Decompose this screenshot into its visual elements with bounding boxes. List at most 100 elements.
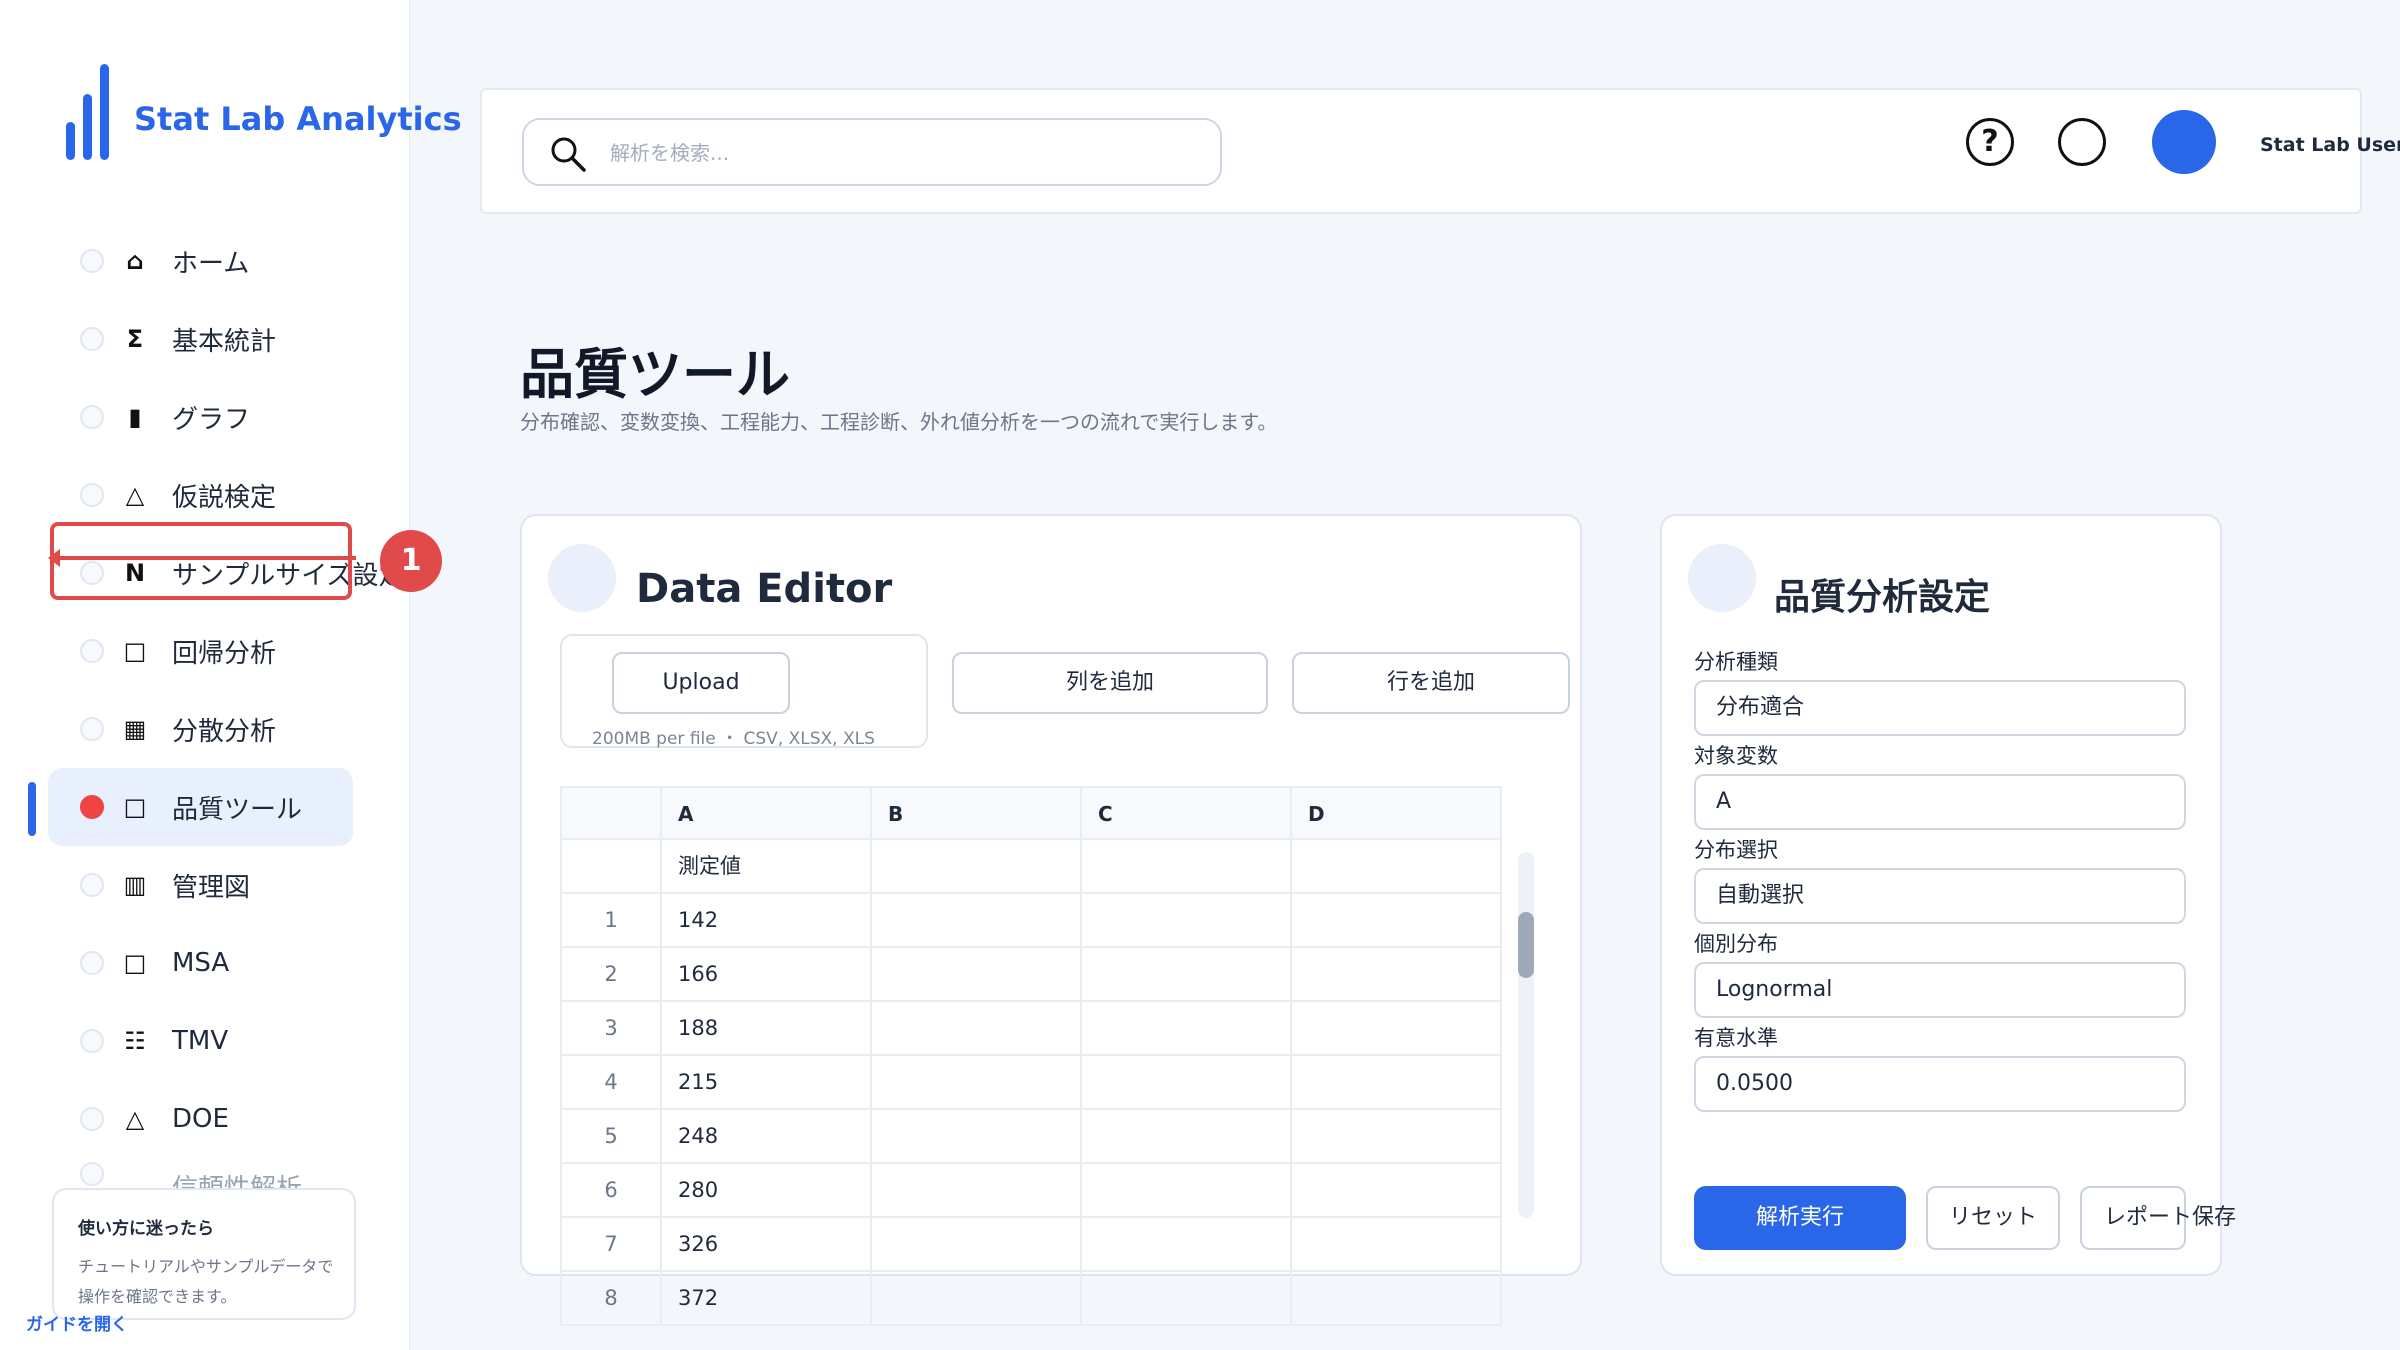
- sidebar-item-doe[interactable]: △ DOE: [48, 1080, 353, 1158]
- add-column-button[interactable]: 列を追加: [952, 652, 1268, 714]
- table-cell[interactable]: [1082, 948, 1292, 1000]
- save-report-button[interactable]: レポート保存: [2080, 1186, 2236, 1250]
- table-cell[interactable]: 280: [662, 1164, 872, 1216]
- status-dot: [80, 1029, 104, 1053]
- table-cell[interactable]: [1082, 1272, 1292, 1324]
- row-index: 7: [560, 1218, 662, 1270]
- highlight-arrow-icon: [48, 549, 356, 567]
- status-dot: [80, 405, 104, 429]
- table-cell[interactable]: [872, 948, 1082, 1000]
- table-row: 1 142: [560, 894, 1502, 948]
- grid-scrollbar[interactable]: [1518, 852, 1534, 1218]
- table-cell[interactable]: [872, 1272, 1082, 1324]
- table-cell[interactable]: [1082, 840, 1292, 892]
- page-subtitle: 分布確認、変数変換、工程能力、工程診断、外れ値分析を一つの流れで実行します。: [520, 410, 1278, 434]
- table-cell[interactable]: [1292, 948, 1502, 1000]
- row-index: 8: [560, 1272, 662, 1324]
- table-cell[interactable]: [1292, 1218, 1502, 1270]
- grid-body: 測定値 1 142 2 166 3 188 4 215 5 248 6 280 7 326 8 372: [560, 840, 1502, 1326]
- table-cell[interactable]: 215: [662, 1056, 872, 1108]
- sidebar-item-tmv[interactable]: ☷ TMV: [48, 1002, 353, 1080]
- column-header[interactable]: D: [1292, 788, 1502, 838]
- sidebar-item-control-chart[interactable]: ▥ 管理図: [48, 846, 353, 924]
- status-dot: [80, 1162, 104, 1186]
- help-icon[interactable]: ?: [1966, 118, 2014, 166]
- add-row-button[interactable]: 行を追加: [1292, 652, 1570, 714]
- home-icon: ⌂: [126, 247, 144, 275]
- table-cell[interactable]: 326: [662, 1218, 872, 1270]
- table-cell[interactable]: [872, 1110, 1082, 1162]
- table-cell[interactable]: [1082, 894, 1292, 946]
- sidebar-item-graph[interactable]: ▮ グラフ: [48, 378, 353, 456]
- table-cell[interactable]: [1082, 1164, 1292, 1216]
- search-input[interactable]: [610, 134, 1190, 172]
- table-cell[interactable]: 188: [662, 1002, 872, 1054]
- reset-button[interactable]: リセット: [1926, 1186, 2060, 1250]
- search-box[interactable]: [522, 118, 1222, 186]
- table-cell[interactable]: [1292, 840, 1502, 892]
- distribution-select[interactable]: 自動選択: [1694, 868, 2186, 924]
- table-cell[interactable]: [1292, 1272, 1502, 1324]
- user-name[interactable]: Stat Lab User: [2260, 134, 2400, 156]
- sidebar-item-home[interactable]: ⌂ ホーム: [48, 222, 353, 300]
- table-cell[interactable]: 142: [662, 894, 872, 946]
- table-cell[interactable]: [1292, 894, 1502, 946]
- individual-distribution-select[interactable]: Lognormal: [1694, 962, 2186, 1018]
- analysis-type-select[interactable]: 分布適合: [1694, 680, 2186, 736]
- run-analysis-button[interactable]: 解析実行: [1694, 1186, 1906, 1250]
- sidebar-item-regression[interactable]: □ 回帰分析: [48, 612, 353, 690]
- sidebar-item-basic-stats[interactable]: Σ 基本統計: [48, 300, 353, 378]
- table-cell[interactable]: 372: [662, 1272, 872, 1324]
- sigma-icon: Σ: [126, 325, 144, 353]
- scrollbar-thumb[interactable]: [1518, 912, 1534, 978]
- table-cell[interactable]: [872, 1218, 1082, 1270]
- table-cell[interactable]: [1292, 1002, 1502, 1054]
- table-cell[interactable]: [1082, 1002, 1292, 1054]
- target-variable-select[interactable]: A: [1694, 774, 2186, 830]
- table-cell[interactable]: [872, 1002, 1082, 1054]
- column-header[interactable]: C: [1082, 788, 1292, 838]
- column-header[interactable]: A: [662, 788, 872, 838]
- table-cell[interactable]: [872, 840, 1082, 892]
- list-icon: ☷: [124, 1027, 146, 1055]
- table-row: 5 248: [560, 1110, 1502, 1164]
- column-header[interactable]: [560, 788, 662, 838]
- upload-button[interactable]: Upload: [612, 652, 790, 714]
- table-row: 7 326: [560, 1218, 1502, 1272]
- open-guide-link[interactable]: ガイドを開く: [26, 1310, 128, 1335]
- table-cell[interactable]: [1082, 1056, 1292, 1108]
- columns-icon: ▥: [123, 871, 147, 899]
- sidebar-item-quality-tools[interactable]: □ 品質ツール: [48, 768, 353, 846]
- brand[interactable]: Stat Lab Analytics: [66, 62, 462, 162]
- status-dot: [80, 717, 104, 741]
- field-label: 分布選択: [1694, 838, 1778, 862]
- table-cell[interactable]: [1292, 1164, 1502, 1216]
- sidebar-item-label: 品質ツール: [172, 794, 303, 825]
- help-card: 使い方に迷ったら チュートリアルやサンプルデータで操作を確認できます。: [52, 1188, 356, 1320]
- sidebar-item-anova[interactable]: ▦ 分散分析: [48, 690, 353, 768]
- page-title: 品質ツール: [520, 343, 790, 406]
- status-dot: [80, 483, 104, 507]
- table-cell[interactable]: 166: [662, 948, 872, 1000]
- table-cell[interactable]: [872, 894, 1082, 946]
- column-header[interactable]: B: [872, 788, 1082, 838]
- table-row: 3 188: [560, 1002, 1502, 1056]
- grid-header-row: A B C D: [560, 786, 1502, 840]
- table-cell[interactable]: [872, 1056, 1082, 1108]
- highlight-box: [50, 522, 352, 600]
- upload-hint: 200MB per file ・ CSV, XLSX, XLS: [592, 729, 875, 749]
- sidebar-item-label: DOE: [172, 1104, 229, 1134]
- significance-level-input[interactable]: 0.0500: [1694, 1056, 2186, 1112]
- table-cell[interactable]: [872, 1164, 1082, 1216]
- table-cell[interactable]: [1082, 1110, 1292, 1162]
- avatar[interactable]: [2152, 110, 2216, 174]
- notification-icon[interactable]: [2058, 118, 2106, 166]
- table-cell[interactable]: 測定値: [662, 840, 872, 892]
- table-cell[interactable]: [1292, 1110, 1502, 1162]
- table-cell[interactable]: [1082, 1218, 1292, 1270]
- table-cell[interactable]: [1292, 1056, 1502, 1108]
- square-icon: □: [123, 793, 147, 821]
- table-cell[interactable]: 248: [662, 1110, 872, 1162]
- upload-dropzone[interactable]: Upload 200MB per file ・ CSV, XLSX, XLS: [560, 634, 928, 749]
- sidebar-item-msa[interactable]: □ MSA: [48, 924, 353, 1002]
